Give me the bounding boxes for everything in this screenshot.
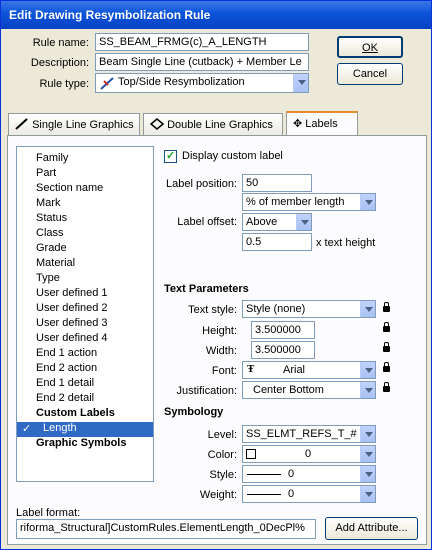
chevron-down-icon[interactable] xyxy=(360,301,375,317)
list-item[interactable]: Material xyxy=(17,257,153,272)
line-weight-sample xyxy=(247,494,281,495)
text-style-label: Text style: xyxy=(188,304,237,316)
list-item[interactable]: Class xyxy=(17,227,153,242)
label-position-label: Label position: xyxy=(166,178,237,190)
lock-icon[interactable] xyxy=(383,322,390,332)
color-select[interactable]: 0 xyxy=(242,445,376,463)
chevron-down-icon[interactable] xyxy=(360,194,375,210)
tab-double-line-graphics[interactable]: Double Line Graphics xyxy=(143,113,283,135)
chevron-down-icon[interactable] xyxy=(360,362,375,378)
list-item-length[interactable]: ✓ Length xyxy=(17,422,153,437)
rule-name-label: Rule name: xyxy=(32,37,89,49)
window-title: Edit Drawing Resymbolization Rule xyxy=(9,8,211,22)
line-style-sample xyxy=(247,474,281,475)
lock-icon[interactable] xyxy=(383,362,390,372)
list-item[interactable]: Status xyxy=(17,212,153,227)
label-format-label: Label format: xyxy=(16,507,81,519)
symbology-heading: Symbology xyxy=(164,406,224,418)
list-item[interactable]: Section name xyxy=(17,182,153,197)
list-item[interactable]: User defined 2 xyxy=(17,302,153,317)
list-item[interactable]: Type xyxy=(17,272,153,287)
display-custom-label-checkbox[interactable] xyxy=(164,149,177,163)
rule-type-select[interactable]: Top/Side Resymbolization xyxy=(95,73,309,93)
checkmark-icon: ✓ xyxy=(22,423,32,435)
truetype-icon: Ŧ xyxy=(247,363,255,375)
position-unit-select[interactable]: % of member length xyxy=(242,193,376,211)
cancel-button[interactable]: Cancel xyxy=(337,63,403,85)
weight-label: Weight: xyxy=(199,489,237,501)
diamond-icon xyxy=(149,118,165,130)
label-offset-label: Label offset: xyxy=(177,216,237,228)
list-item[interactable]: End 2 action xyxy=(17,362,153,377)
title-bar: Edit Drawing Resymbolization Rule xyxy=(1,1,431,29)
list-item[interactable]: User defined 3 xyxy=(17,317,153,332)
style-label: Style: xyxy=(209,469,237,481)
resymbolization-icon xyxy=(100,77,114,90)
description-label: Description: xyxy=(30,57,89,69)
list-item[interactable]: End 1 detail xyxy=(17,377,153,392)
list-item[interactable]: Family xyxy=(17,152,153,167)
height-label: Height: xyxy=(202,325,237,337)
rule-type-value: Top/Side Resymbolization xyxy=(118,76,245,88)
label-icon: ✥ xyxy=(293,118,303,130)
offset-value-input[interactable]: 0.5 xyxy=(242,233,312,251)
height-input[interactable]: 3.500000 xyxy=(251,321,315,339)
chevron-down-icon[interactable] xyxy=(360,426,375,442)
label-position-input[interactable]: 50 xyxy=(242,174,312,192)
lock-icon[interactable] xyxy=(383,382,390,392)
width-input[interactable]: 3.500000 xyxy=(251,341,315,359)
chevron-down-icon[interactable] xyxy=(360,486,375,502)
label-list[interactable]: Family Part Section name Mark Status Cla… xyxy=(16,146,154,482)
list-item[interactable]: Part xyxy=(17,167,153,182)
chevron-down-icon[interactable] xyxy=(296,214,311,230)
list-item[interactable]: User defined 1 xyxy=(17,287,153,302)
width-label: Width: xyxy=(205,345,237,357)
text-parameters-heading: Text Parameters xyxy=(164,283,249,295)
list-group-graphic-symbols[interactable]: Graphic Symbols xyxy=(17,437,153,452)
add-attribute-button[interactable]: Add Attribute... xyxy=(325,517,418,540)
pen-icon xyxy=(15,118,28,130)
color-label: Color: xyxy=(207,449,237,461)
list-item[interactable]: End 1 action xyxy=(17,347,153,362)
rule-name-input[interactable]: SS_BEAM_FRMG(c)_A_LENGTH xyxy=(95,33,309,51)
rule-type-label: Rule type: xyxy=(39,78,89,90)
chevron-down-icon[interactable] xyxy=(360,466,375,482)
weight-select[interactable]: 0 xyxy=(242,485,376,503)
text-style-select[interactable]: Style (none) xyxy=(242,300,376,318)
display-custom-label-text: Display custom label xyxy=(182,150,283,162)
list-item[interactable]: Mark xyxy=(17,197,153,212)
description-input[interactable]: Beam Single Line (cutback) + Member Le xyxy=(95,53,309,71)
font-label: Font: xyxy=(211,365,237,377)
chevron-down-icon[interactable] xyxy=(360,446,375,462)
list-group-custom-labels[interactable]: Custom Labels xyxy=(17,407,153,422)
chevron-down-icon[interactable] xyxy=(293,74,308,92)
ok-button[interactable]: OK xyxy=(337,36,403,58)
color-swatch xyxy=(246,449,256,459)
lock-icon[interactable] xyxy=(383,302,390,312)
justification-label: Justification: xyxy=(176,385,237,397)
level-label: Level: xyxy=(207,429,237,441)
label-format-input[interactable]: riforma_Structural]CustomRules.ElementLe… xyxy=(16,519,316,539)
chevron-down-icon[interactable] xyxy=(360,382,375,398)
lock-icon[interactable] xyxy=(383,342,390,352)
tab-labels[interactable]: ✥ Labels xyxy=(286,111,358,135)
justification-select[interactable]: Center Bottom xyxy=(242,381,376,399)
list-item[interactable]: End 2 detail xyxy=(17,392,153,407)
font-select[interactable]: Ŧ Arial xyxy=(242,361,376,379)
tab-single-line-graphics[interactable]: Single Line Graphics xyxy=(8,113,140,135)
list-item[interactable]: Grade xyxy=(17,242,153,257)
dialog-window: Edit Drawing Resymbolization Rule Rule n… xyxy=(0,0,432,550)
offset-unit-label: x text height xyxy=(316,237,376,249)
list-item[interactable]: User defined 4 xyxy=(17,332,153,347)
style-select[interactable]: 0 xyxy=(242,465,376,483)
level-select[interactable]: SS_ELMT_REFS_T_# xyxy=(242,425,376,443)
label-offset-select[interactable]: Above xyxy=(242,213,312,231)
